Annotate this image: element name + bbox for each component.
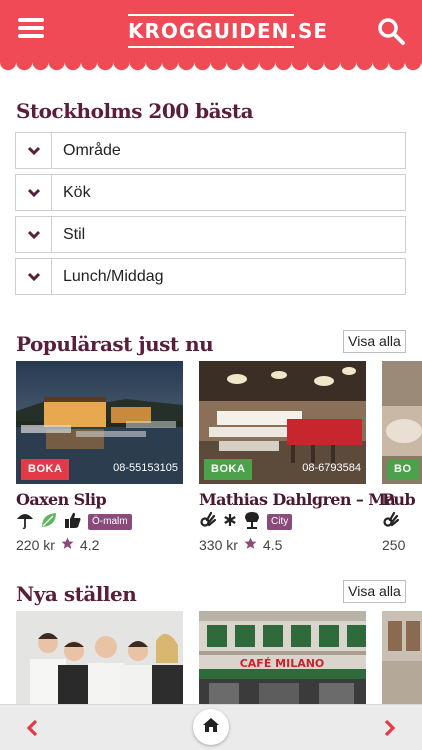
phone-number[interactable]: 08-6793584 (302, 462, 361, 474)
feature-icons: City (199, 511, 293, 534)
filter-stil[interactable]: Stil (15, 216, 406, 253)
price: 250 (382, 537, 406, 553)
filter-omrade[interactable]: Område (15, 132, 406, 169)
rating: 4.2 (79, 537, 100, 553)
filter-label: Område (63, 142, 121, 159)
price-rating: 220 kr 4.2 (16, 537, 99, 553)
feature-icons: Ö-malm (16, 512, 132, 532)
restaurant-card[interactable]: CAFÉ MILANO (199, 611, 366, 704)
section-title-new: Nya ställen (16, 582, 137, 606)
see-all-new-button[interactable]: Visa alla (343, 580, 406, 603)
filter-kok[interactable]: Kök (15, 174, 406, 211)
restaurant-photo: BO (382, 361, 422, 484)
filter-lunch-middag[interactable]: Lunch/Middag (15, 258, 406, 295)
restaurant-name: Mathias Dahlgren – Ma (199, 490, 396, 509)
price-rating: 250 (382, 537, 405, 553)
chevron-right-icon[interactable] (376, 715, 402, 741)
cafe-sign-text: CAFÉ MILANO (240, 657, 325, 670)
phone-number[interactable]: 08-55153105 (113, 462, 178, 474)
restaurant-photo: BOKA 08-6793584 (199, 361, 366, 484)
restaurant-name: Pub (382, 490, 416, 509)
home-button[interactable] (193, 709, 229, 745)
star-icon (61, 537, 74, 553)
restaurant-photo (16, 611, 183, 704)
filter-label: Kök (63, 184, 91, 201)
ok-hand-icon (199, 511, 217, 534)
filter-label: Stil (63, 226, 86, 243)
chevron-down-icon (16, 259, 52, 294)
restaurant-photo (382, 611, 422, 704)
area-tag: City (267, 514, 293, 530)
umbrella-icon (16, 511, 34, 534)
section-title-popular: Populärast just nu (16, 332, 214, 356)
book-button[interactable]: BOKA (204, 459, 253, 480)
rating: 4.5 (262, 537, 283, 553)
chair-icon (243, 511, 261, 534)
see-all-popular-button[interactable]: Visa alla (343, 330, 406, 353)
filter-label: Lunch/Middag (63, 268, 164, 285)
bottom-nav-bar (0, 704, 422, 750)
ok-hand-icon (382, 511, 400, 534)
page-title: Stockholms 200 bästa (16, 99, 254, 123)
restaurant-photo: BOKA 08-55153105 (16, 361, 183, 484)
restaurant-name: Oaxen Slip (16, 490, 107, 509)
header-bar: KROGGUIDEN.SE (0, 0, 422, 62)
app: KROGGUIDEN.SE Stockholms 200 bästa Områd… (0, 0, 422, 750)
home-icon (202, 716, 220, 739)
header-scallop-edge (0, 60, 422, 71)
feature-icons (382, 511, 400, 534)
restaurant-card[interactable] (16, 611, 183, 704)
price: 220 kr (16, 537, 55, 553)
price: 330 kr (199, 537, 238, 553)
chevron-down-icon (16, 175, 52, 210)
search-icon[interactable] (376, 16, 406, 46)
chevron-down-icon (16, 217, 52, 252)
thumbs-up-icon (64, 511, 82, 534)
restaurant-card[interactable] (382, 611, 422, 704)
logo[interactable]: KROGGUIDEN.SE (128, 14, 327, 48)
restaurant-card[interactable]: BOKA 08-55153105 Oaxen Slip Ö-malm 220 k… (16, 361, 183, 556)
restaurant-card[interactable]: BO Pub 250 (382, 361, 422, 556)
book-button[interactable]: BOKA (21, 459, 70, 480)
star-icon (244, 537, 257, 553)
book-button[interactable]: BO (387, 459, 419, 480)
asterisk-icon (223, 513, 237, 532)
area-tag: Ö-malm (88, 514, 132, 530)
hamburger-menu-icon[interactable] (18, 18, 44, 44)
restaurant-photo: CAFÉ MILANO (199, 611, 366, 704)
restaurant-card[interactable]: BOKA 08-6793584 Mathias Dahlgren – Ma Ci… (199, 361, 396, 556)
chevron-down-icon (16, 133, 52, 168)
price-rating: 330 kr 4.5 (199, 537, 282, 553)
chevron-left-icon[interactable] (20, 715, 46, 741)
eco-leaf-icon (40, 511, 58, 534)
